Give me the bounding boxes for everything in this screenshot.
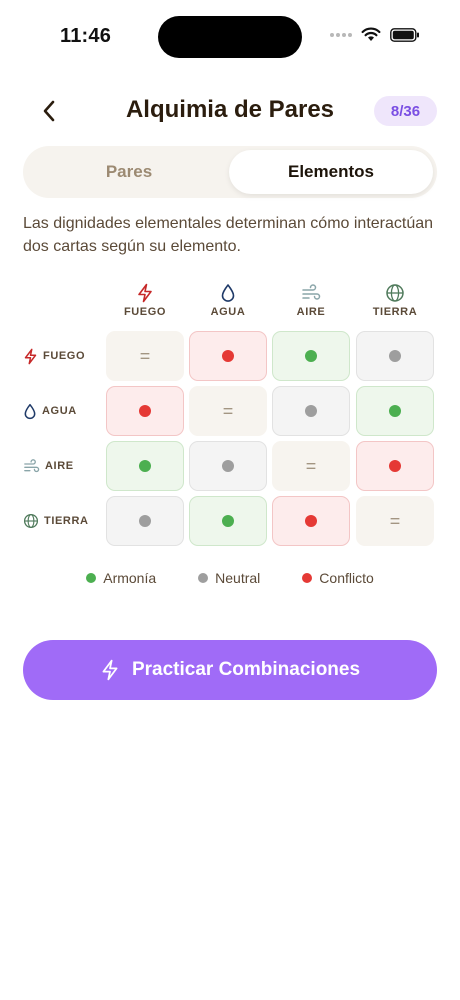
- status-icons: [330, 27, 420, 42]
- progress-badge: 8/36: [374, 96, 437, 126]
- segmented-control: Pares Elementos: [23, 146, 437, 198]
- practice-button-label: Practicar Combinaciones: [131, 659, 361, 680]
- tab-elementos[interactable]: Elementos: [229, 150, 433, 194]
- harmony-dot-icon: [389, 405, 401, 417]
- row-header-tierra: TIERRA: [23, 496, 89, 546]
- row-header-agua: AGUA: [23, 386, 77, 436]
- matrix-cell-tierra-aire: [272, 496, 350, 546]
- wind-icon: [24, 458, 40, 472]
- matrix-cell-fuego-tierra: [356, 331, 434, 381]
- matrix-cell-agua-tierra: [356, 386, 434, 436]
- column-header-aire: AIRE: [272, 282, 350, 318]
- lightning-icon: [24, 348, 37, 364]
- conflict-dot-icon: [222, 350, 234, 362]
- legend: Armonía Neutral Conflicto: [0, 570, 460, 586]
- same-element-symbol: =: [389, 510, 401, 531]
- water-drop-icon: [221, 284, 235, 302]
- matrix-cell-agua-aire: [272, 386, 350, 436]
- globe-icon: [386, 284, 404, 302]
- same-element-symbol: =: [139, 345, 151, 366]
- harmony-dot-icon: [305, 350, 317, 362]
- neutral-dot-icon: [139, 515, 151, 527]
- harmony-dot-icon: [139, 460, 151, 472]
- status-time: 11:46: [60, 25, 112, 47]
- matrix-cell-aire-tierra: [356, 441, 434, 491]
- conflict-dot-icon: [305, 515, 317, 527]
- lightning-icon: [102, 659, 118, 681]
- same-element-symbol: =: [305, 455, 317, 476]
- neutral-dot-icon: [305, 405, 317, 417]
- matrix-cell-agua-fuego: [106, 386, 184, 436]
- dynamic-island: [158, 16, 302, 58]
- conflict-dot-icon: [389, 460, 401, 472]
- neutral-dot-icon: [198, 573, 209, 583]
- conflict-dot-icon: [139, 405, 151, 417]
- row-header-aire: AIRE: [23, 441, 74, 491]
- harmony-dot-icon: [222, 515, 234, 527]
- column-header-agua: AGUA: [189, 282, 267, 318]
- matrix-cell-aire-aire: =: [272, 441, 350, 491]
- practice-combinations-button[interactable]: Practicar Combinaciones: [23, 640, 437, 700]
- column-header-tierra: TIERRA: [356, 282, 434, 318]
- same-element-symbol: =: [222, 400, 234, 421]
- wifi-icon: [361, 27, 381, 41]
- battery-icon: [390, 27, 419, 42]
- neutral-dot-icon: [222, 460, 234, 472]
- matrix-cell-aire-agua: [189, 441, 267, 491]
- status-bar: 11:46: [0, 0, 460, 74]
- matrix-cell-tierra-fuego: [106, 496, 184, 546]
- wind-icon: [302, 284, 321, 300]
- water-drop-icon: [24, 403, 36, 419]
- matrix-cell-fuego-agua: [189, 331, 267, 381]
- tab-pares[interactable]: Pares: [27, 150, 231, 194]
- neutral-dot-icon: [389, 350, 401, 362]
- legend-item-neutral: Neutral: [198, 570, 260, 586]
- cellular-signal-icon: [330, 32, 352, 37]
- description-text: Las dignidades elementales determinan có…: [23, 215, 434, 255]
- conflict-dot-icon: [302, 573, 313, 583]
- legend-item-conflict: Conflicto: [302, 570, 374, 586]
- matrix-cell-tierra-agua: [189, 496, 267, 546]
- harmony-dot-icon: [86, 573, 97, 583]
- matrix-cell-fuego-fuego: =: [106, 331, 184, 381]
- column-header-fuego: FUEGO: [106, 282, 184, 318]
- legend-item-harmony: Armonía: [86, 570, 156, 586]
- matrix-cell-fuego-aire: [272, 331, 350, 381]
- row-header-fuego: FUEGO: [23, 331, 85, 381]
- globe-icon: [23, 513, 39, 529]
- matrix-cell-aire-fuego: [106, 441, 184, 491]
- header: Alquimia de Pares 8/36: [0, 88, 460, 134]
- matrix-cell-tierra-tierra: =: [356, 496, 434, 546]
- lightning-icon: [138, 283, 152, 303]
- matrix-cell-agua-agua: =: [189, 386, 267, 436]
